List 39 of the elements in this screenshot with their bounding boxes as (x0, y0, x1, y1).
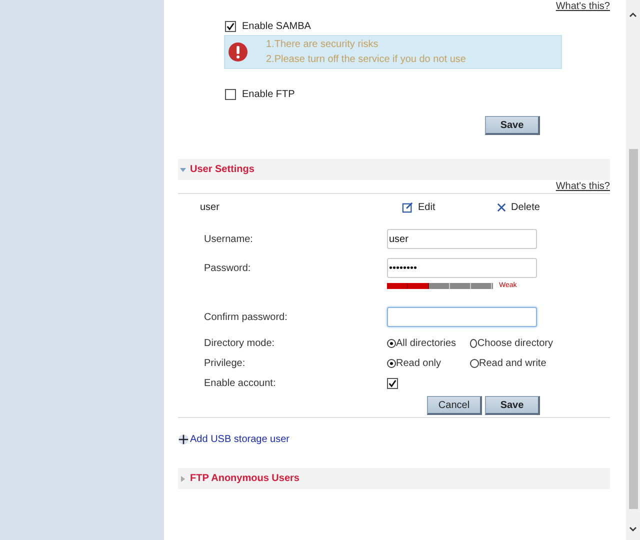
help-link[interactable]: What's this? (556, 180, 610, 192)
field-label: Enable account: (204, 378, 277, 388)
radio-option[interactable]: All directories (387, 338, 470, 348)
edit-link[interactable]: Edit (402, 202, 497, 212)
radio-option[interactable]: Read only (387, 358, 470, 368)
section-header[interactable]: FTP Anonymous Users (178, 468, 610, 489)
user-name: user (200, 202, 220, 212)
field-label: Directory mode: (204, 338, 276, 348)
checkbox[interactable] (225, 88, 236, 100)
field-label: Password: (204, 262, 252, 274)
help-link[interactable]: What's this? (556, 2, 610, 11)
delete-link[interactable]: Delete (497, 202, 540, 212)
field-label: Confirm password: (204, 312, 288, 322)
cancel-button[interactable]: Cancel (427, 396, 482, 415)
field-label: Privilege: (204, 358, 246, 368)
scrollbar[interactable] (626, 0, 640, 540)
checkbox-label: Enable FTP (242, 88, 295, 100)
edit-icon[interactable] (402, 202, 413, 212)
radio-option[interactable]: Read and write (470, 358, 553, 368)
field-label: Username: (204, 234, 254, 244)
checkbox-label: Enable SAMBA (242, 20, 311, 32)
exclamation-icon (228, 42, 248, 62)
save-button[interactable]: Save (485, 116, 540, 135)
add-user-link[interactable]: Add USB storage user (178, 434, 290, 445)
warning-text: 1.There are security risks (266, 39, 380, 50)
scroll-down-icon[interactable] (629, 527, 637, 532)
plus-icon[interactable] (178, 434, 189, 445)
scroll-thumb[interactable] (628, 149, 638, 509)
warning-text: 2.Please turn off the service if you do not use (266, 54, 466, 65)
checkbox[interactable] (387, 378, 398, 388)
section-header[interactable]: User Settings (178, 159, 610, 180)
username-field[interactable]: user (387, 229, 537, 249)
password-field[interactable]: •••••••• (387, 258, 537, 278)
checkbox[interactable] (225, 20, 236, 32)
radio-option[interactable]: Choose directory (470, 338, 553, 348)
confirm-password-field[interactable] (387, 307, 537, 327)
save-button[interactable]: Save (485, 396, 540, 415)
close-icon[interactable] (497, 202, 506, 212)
scroll-up-icon[interactable] (629, 12, 637, 17)
